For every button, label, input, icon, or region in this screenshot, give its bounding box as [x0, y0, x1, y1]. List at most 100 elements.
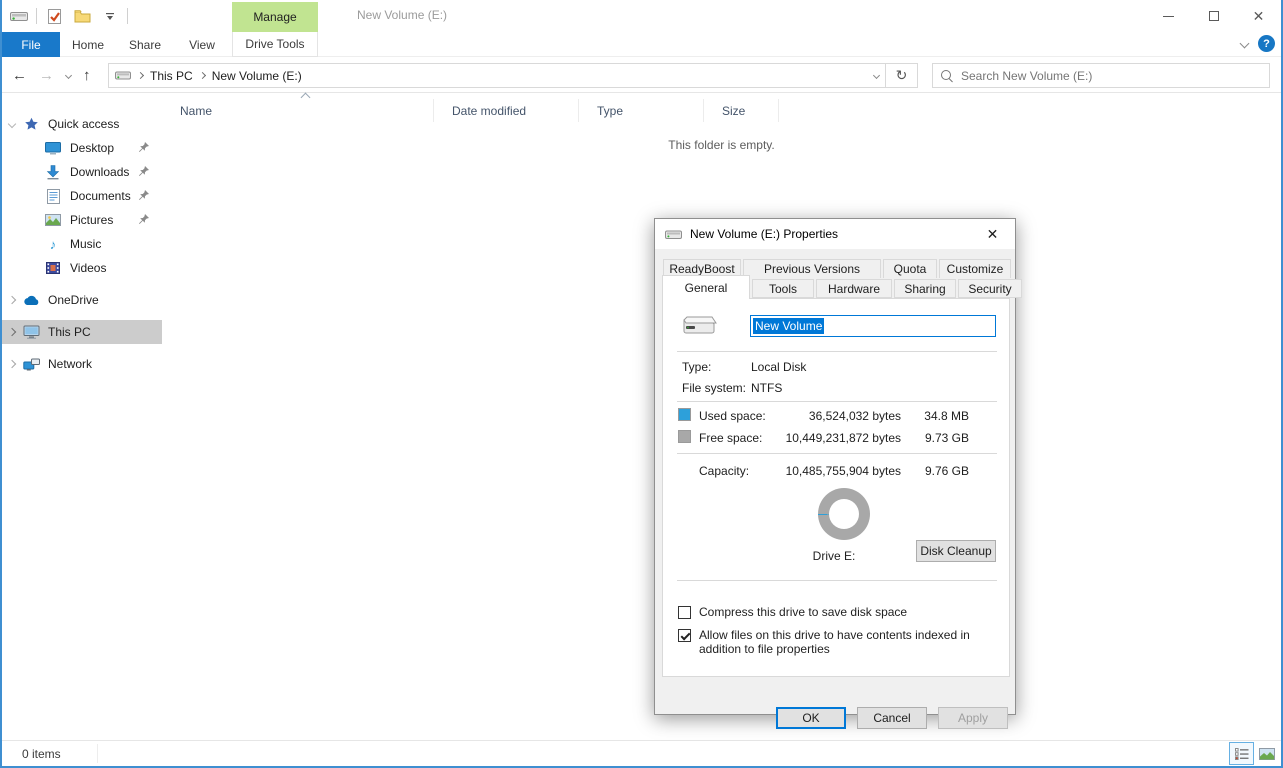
tab-label: Previous Versions	[764, 262, 860, 276]
tab-label: General	[685, 281, 728, 295]
column-label: Size	[722, 104, 745, 118]
free-space-label: Free space:	[699, 431, 762, 445]
maximize-button[interactable]	[1191, 0, 1236, 32]
sidebar-item-label: Downloads	[70, 165, 129, 179]
tab-label: Security	[968, 282, 1011, 296]
sidebar-item-network[interactable]: Network	[2, 352, 162, 376]
chevron-right-icon[interactable]	[2, 297, 22, 303]
column-header-size[interactable]: Size	[704, 99, 779, 122]
search-box[interactable]: Search New Volume (E:)	[932, 63, 1270, 88]
column-header-date-modified[interactable]: Date modified	[434, 99, 579, 122]
cancel-button[interactable]: Cancel	[857, 707, 927, 729]
sidebar-item-this-pc[interactable]: This PC	[2, 320, 162, 344]
used-space-label: Used space:	[699, 409, 766, 423]
sidebar-item-documents[interactable]: Documents	[2, 184, 162, 208]
ok-label: OK	[802, 711, 819, 725]
ok-button[interactable]: OK	[776, 707, 846, 729]
recent-locations-icon[interactable]	[65, 71, 72, 78]
back-button[interactable]: ←	[12, 67, 27, 84]
new-folder-icon[interactable]	[71, 5, 93, 27]
apply-label: Apply	[958, 711, 988, 725]
chevron-down-icon[interactable]	[2, 121, 22, 127]
tab-file-label: File	[21, 38, 40, 52]
forward-button[interactable]: →	[39, 67, 54, 84]
volume-label-input[interactable]: New Volume	[750, 315, 996, 337]
tab-security[interactable]: Security	[958, 279, 1022, 298]
sidebar-item-quick-access[interactable]: Quick access	[2, 112, 162, 136]
tab-label: ReadyBoost	[669, 262, 734, 276]
tab-share-label: Share	[129, 38, 161, 52]
breadcrumb-this-pc[interactable]: This PC	[150, 69, 193, 83]
pin-icon	[138, 213, 150, 225]
breadcrumb[interactable]: This PC New Volume (E:)	[108, 63, 886, 88]
chevron-right-icon[interactable]	[2, 329, 22, 335]
sidebar-item-downloads[interactable]: Downloads	[2, 160, 162, 184]
navigation-pane: Quick access Desktop Downloads	[2, 93, 162, 740]
tab-sharing[interactable]: Sharing	[894, 279, 956, 298]
compress-checkbox[interactable]	[678, 606, 691, 619]
large-icons-view-button[interactable]	[1254, 742, 1279, 765]
contextual-tab-manage[interactable]: Manage	[232, 2, 318, 32]
sort-ascending-icon	[301, 93, 311, 103]
divider	[677, 401, 997, 402]
index-checkbox-label: Allow files on this drive to have conten…	[699, 628, 996, 656]
tab-hardware[interactable]: Hardware	[816, 279, 892, 298]
refresh-button[interactable]: ↻	[886, 63, 918, 88]
tab-label: Sharing	[904, 282, 945, 296]
details-view-button[interactable]	[1229, 742, 1254, 765]
tab-file[interactable]: File	[2, 32, 60, 57]
tab-drive-tools[interactable]: Drive Tools	[232, 32, 318, 57]
tab-share[interactable]: Share	[116, 32, 174, 57]
index-checkbox-row[interactable]: Allow files on this drive to have conten…	[678, 628, 996, 656]
disk-usage-donut-chart	[818, 488, 870, 540]
sidebar-item-videos[interactable]: Videos	[2, 256, 162, 280]
sidebar-item-label: Network	[48, 357, 92, 371]
disk-cleanup-button[interactable]: Disk Cleanup	[916, 540, 996, 562]
sidebar-item-onedrive[interactable]: OneDrive	[2, 288, 162, 312]
dialog-title: New Volume (E:) Properties	[690, 227, 838, 241]
customize-toolbar-icon[interactable]	[99, 5, 121, 27]
used-space-swatch	[678, 408, 691, 421]
sidebar-item-label: Videos	[70, 261, 106, 275]
close-button[interactable]: ✕	[1236, 0, 1281, 32]
compress-checkbox-label: Compress this drive to save disk space	[699, 605, 907, 619]
drive-icon	[115, 70, 131, 81]
sidebar-item-pictures[interactable]: Pictures	[2, 208, 162, 232]
empty-folder-message: This folder is empty.	[162, 138, 1281, 152]
manage-label: Manage	[253, 10, 296, 24]
large-icons-view-icon	[1259, 748, 1275, 760]
expand-ribbon-icon[interactable]	[1240, 39, 1250, 49]
divider	[677, 351, 997, 352]
column-header-name[interactable]: Name	[162, 99, 434, 122]
sidebar-item-music[interactable]: ♪ Music	[2, 232, 162, 256]
properties-dialog: New Volume (E:) Properties ✕ ReadyBoost …	[654, 218, 1016, 715]
help-icon[interactable]: ?	[1258, 35, 1275, 52]
dialog-title-bar[interactable]: New Volume (E:) Properties	[655, 219, 1015, 249]
tab-quota[interactable]: Quota	[883, 259, 937, 278]
tab-previous-versions[interactable]: Previous Versions	[743, 259, 881, 278]
tab-customize[interactable]: Customize	[939, 259, 1011, 278]
column-header-type[interactable]: Type	[579, 99, 704, 122]
minimize-button[interactable]	[1146, 0, 1191, 32]
properties-icon[interactable]	[43, 5, 65, 27]
tab-general[interactable]: General	[662, 275, 750, 299]
tab-view[interactable]: View	[174, 32, 230, 57]
compress-checkbox-row[interactable]: Compress this drive to save disk space	[678, 605, 996, 619]
capacity-bytes: 10,485,755,904 bytes	[771, 464, 901, 478]
chevron-right-icon[interactable]	[2, 361, 22, 367]
up-button[interactable]: ↑	[83, 67, 91, 84]
ribbon-right-controls: ?	[1241, 35, 1275, 52]
breadcrumb-current[interactable]: New Volume (E:)	[212, 69, 302, 83]
address-dropdown-icon[interactable]	[873, 72, 880, 79]
apply-button[interactable]: Apply	[938, 707, 1008, 729]
pin-icon	[138, 141, 150, 153]
tab-drive-tools-label: Drive Tools	[245, 37, 304, 51]
tab-home[interactable]: Home	[60, 32, 116, 57]
tab-tools[interactable]: Tools	[752, 279, 814, 298]
sidebar-item-desktop[interactable]: Desktop	[2, 136, 162, 160]
dialog-close-button[interactable]: ✕	[970, 219, 1015, 249]
index-checkbox[interactable]	[678, 629, 691, 642]
close-icon: ✕	[1253, 8, 1265, 25]
tab-label: Quota	[894, 262, 927, 276]
title-bar: Manage New Volume (E:) ✕	[2, 0, 1281, 32]
